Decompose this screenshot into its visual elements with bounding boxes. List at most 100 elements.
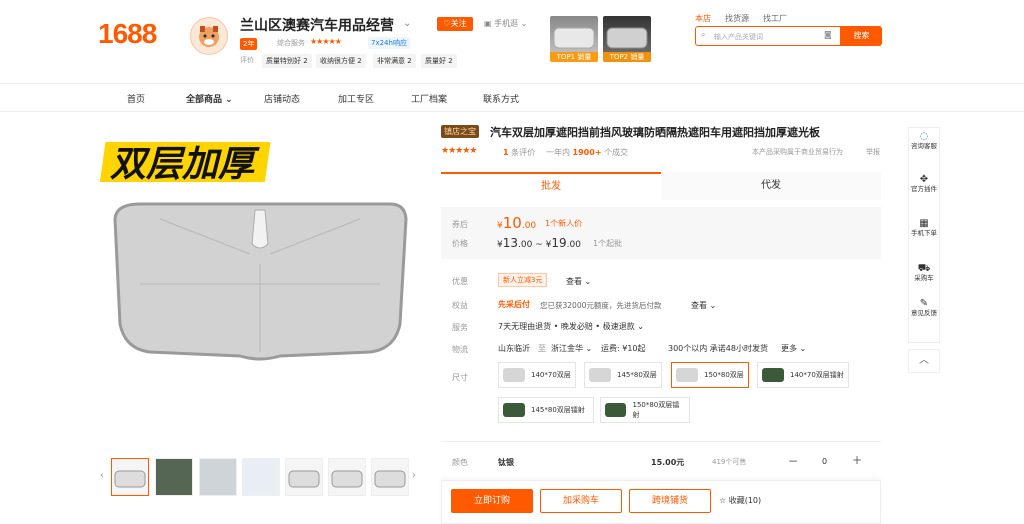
report-link[interactable]: 举报 [866,147,880,157]
shipping-fee: 运费: ¥10起 [601,344,646,353]
mobile-link[interactable]: ▣ 手机逛 ⌄ [484,18,527,29]
tab-dropship[interactable]: 代发 [661,172,881,200]
nav-contact[interactable]: 联系方式 [483,92,519,105]
tab-wholesale[interactable]: 批发 [441,172,661,200]
cross-border-button[interactable]: 跨境铺货 [629,489,711,513]
response-badge: 7x24h响应 [368,37,410,49]
shop-avatar[interactable] [190,17,228,55]
stock-count: 419个可售 [712,458,747,466]
mobile-label: 手机逛 [494,19,519,28]
review-count[interactable]: 1 条评价 [503,147,535,158]
sunshade-image [331,470,363,488]
favorite-button[interactable]: ☆ 收藏(10) [719,495,761,506]
size-option-label: 150*80双层 [704,371,744,379]
nav-all-products-label: 全部商品 [186,95,223,105]
top-label: TOP1 销量 [550,52,598,62]
ship-destination-label: 浙江金华 [551,344,583,353]
size-swatch [503,368,525,382]
size-option-label: 140*70双层镭射 [790,371,844,379]
search-tab-source[interactable]: 找货源 [725,14,749,23]
search-placeholder: 输入产品关键词 [714,33,763,41]
nav-processing[interactable]: 加工专区 [338,92,374,105]
buy-now-button[interactable]: 立即订购 [451,489,533,513]
price-high-int: 19 [551,236,567,250]
logistics-more[interactable]: 更多 ⌄ [781,343,806,354]
service-terms[interactable]: 7天无理由退货 • 晚发必赔 • 极速退款 ⌄ [498,321,644,332]
thumb-prev-arrow[interactable]: ‹ [100,470,104,481]
rights-view-link[interactable]: 查看 ⌄ [691,300,716,311]
size-option[interactable]: 150*80双层镭射 [600,397,690,423]
gallery-thumb[interactable] [199,458,237,496]
qty-input[interactable]: 0 [822,457,827,466]
follow-label: 关注 [450,19,467,28]
favorite-label: 收藏(10) [728,496,762,505]
edit-icon: ✎ [919,298,929,309]
size-option[interactable]: 145*80双层 [584,362,662,388]
size-label: 尺寸 [452,373,468,382]
top-product-thumb[interactable]: TOP1 销量 [550,16,598,62]
main-product-image[interactable]: 双层加厚 [99,124,420,444]
sidebar-item-label: 咨询客服 [911,142,937,150]
top-label: TOP2 销量 [603,52,651,62]
qty-decrease-button[interactable]: − [788,454,798,468]
sold-prefix: 一年内 [546,148,570,157]
sidebar-item-service[interactable]: ◌ 咨询客服 [908,131,940,151]
gallery-thumb[interactable] [328,458,366,496]
promo-view-label: 查看 [566,277,582,286]
thumb-next-arrow[interactable]: › [412,470,416,481]
rights-view-label: 查看 [691,301,707,310]
qty-increase-button[interactable]: + [852,453,862,467]
nav-all-products[interactable]: 全部商品 ⌄ [186,92,233,105]
size-swatch [605,403,627,417]
shop-name[interactable]: 兰山区澳赛汽车用品经营 [240,15,394,35]
nav-factory[interactable]: 工厂档案 [411,92,447,105]
nav-home[interactable]: 首页 [127,92,145,105]
gallery-thumb[interactable] [285,458,323,496]
ship-destination[interactable]: 浙江金华 ⌄ [551,343,592,354]
price-low-int: 13 [502,236,519,250]
nav-news[interactable]: 店铺动态 [264,92,300,105]
heart-icon: ♡ [443,19,451,28]
sidebar-item-cart[interactable]: ⛟ 采购车 [908,264,940,283]
service-text: 7天无理由退货 • 晚发必赔 • 极速退款 [498,322,635,331]
search-button[interactable]: 搜索 [841,26,882,46]
search-tab-factory[interactable]: 找工厂 [763,14,787,23]
sidebar-item-mobile-order[interactable]: ▦ 手机下单 [908,219,940,238]
sold-count: 一年内 1900+ 个成交 [546,147,628,158]
chevron-down-icon[interactable]: ⌄ [403,18,411,29]
site-logo[interactable]: 1688 [98,18,157,50]
chat-icon: ◌ [919,131,929,142]
service-label: 综合服务 [277,39,305,47]
ship-to-label: 至 [538,344,546,353]
year-badge: 2年 [240,38,258,50]
gallery-thumb[interactable] [155,458,193,496]
size-option[interactable]: 140*70双层 [498,362,576,388]
price-low-dec: .00 [518,240,533,250]
gallery-thumb[interactable] [111,458,149,496]
back-to-top-button[interactable]: ︿ [908,349,940,373]
ship-from: 山东临沂 [498,344,530,353]
eval-tag: 质量好 2 [421,54,457,68]
sidebar-item-plugin[interactable]: ✥ 官方插件 [908,175,940,194]
promo-view-link[interactable]: 查看 ⌄ [566,276,591,287]
price-high-dec: .00 [566,240,581,250]
size-option-label: 145*80双层 [617,371,657,379]
sidebar-item-label: 手机下单 [911,229,937,237]
sidebar-item-feedback[interactable]: ✎ 意见反馈 [908,298,940,318]
top-product-thumb[interactable]: TOP2 销量 [603,16,651,62]
sold-suffix: 个成交 [604,148,629,157]
size-swatch [589,368,611,382]
gallery-thumb[interactable] [371,458,409,496]
search-input[interactable]: ⌕ 输入产品关键词 ◙ [695,26,841,46]
size-option[interactable]: 145*80双层镭射 [498,397,594,423]
camera-icon[interactable]: ◙ [824,30,832,39]
sidebar-item-label: 采购车 [914,274,934,282]
add-cart-button[interactable]: 加采购车 [540,489,622,513]
search-tab-shop[interactable]: 本店 [695,14,711,23]
gallery-thumb[interactable] [242,458,280,496]
size-option[interactable]: 150*80双层 [671,362,749,388]
size-option[interactable]: 140*70双层镭射 [757,362,849,388]
follow-button[interactable]: ♡关注 [437,17,473,31]
coupon-dec: .00 [521,221,537,231]
size-option-label: 145*80双层镭射 [531,406,585,414]
